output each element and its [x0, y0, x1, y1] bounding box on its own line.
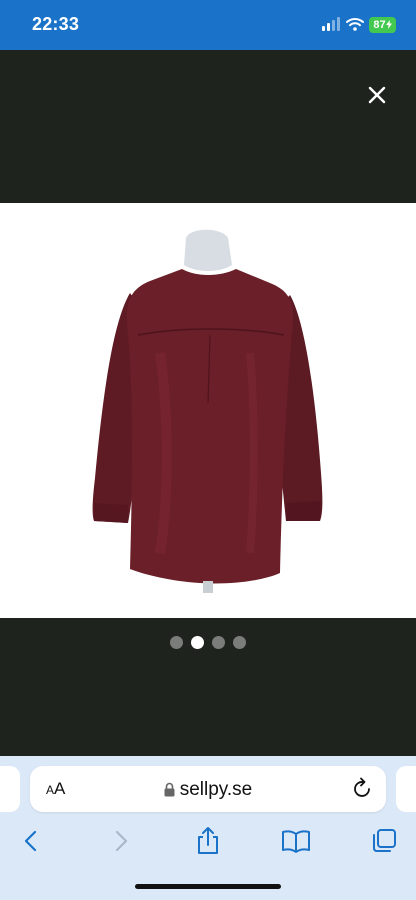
mannequin-neck — [184, 229, 232, 271]
close-button[interactable] — [362, 80, 392, 110]
battery-level: 87 — [373, 19, 386, 31]
left-cuff — [94, 503, 128, 523]
reload-icon — [354, 777, 370, 797]
share-button[interactable] — [191, 824, 225, 858]
back-icon — [24, 830, 37, 852]
address-bar[interactable]: AA sellpy.se — [30, 766, 386, 812]
share-icon — [198, 827, 218, 854]
battery-indicator: 87 — [369, 17, 396, 33]
home-indicator[interactable] — [135, 884, 281, 889]
next-tab-preview[interactable] — [396, 766, 416, 812]
mannequin-stand — [203, 581, 213, 593]
blouse-photo — [92, 229, 323, 593]
charging-bolt-icon — [385, 20, 392, 29]
reload-button[interactable] — [352, 777, 374, 801]
close-icon — [368, 86, 386, 104]
pager-dot-1[interactable] — [170, 636, 183, 649]
product-image[interactable] — [0, 203, 416, 618]
forward-button[interactable] — [104, 824, 138, 858]
right-cuff — [286, 501, 321, 521]
image-pager — [0, 636, 416, 650]
status-time: 22:33 — [32, 14, 80, 34]
fabric-sheen-right — [246, 352, 258, 554]
cellular-signal-icon — [322, 17, 340, 31]
blouse-body — [126, 269, 294, 584]
url-text: sellpy.se — [179, 779, 253, 800]
forward-icon — [115, 830, 128, 852]
tabs-button[interactable] — [367, 824, 401, 858]
pager-dot-2[interactable] — [191, 636, 204, 649]
status-bar: 22:33 87 — [0, 0, 416, 50]
gallery-header — [0, 50, 416, 203]
pager-dot-3[interactable] — [212, 636, 225, 649]
back-button[interactable] — [14, 824, 48, 858]
lock-icon — [164, 782, 175, 797]
url-display[interactable]: sellpy.se — [30, 779, 386, 801]
bookmarks-button[interactable] — [279, 824, 313, 858]
previous-tab-preview[interactable] — [0, 766, 20, 812]
tabs-icon — [373, 829, 396, 852]
pager-dot-4[interactable] — [233, 636, 246, 649]
bookmarks-icon — [282, 830, 310, 853]
wifi-icon — [346, 18, 364, 31]
